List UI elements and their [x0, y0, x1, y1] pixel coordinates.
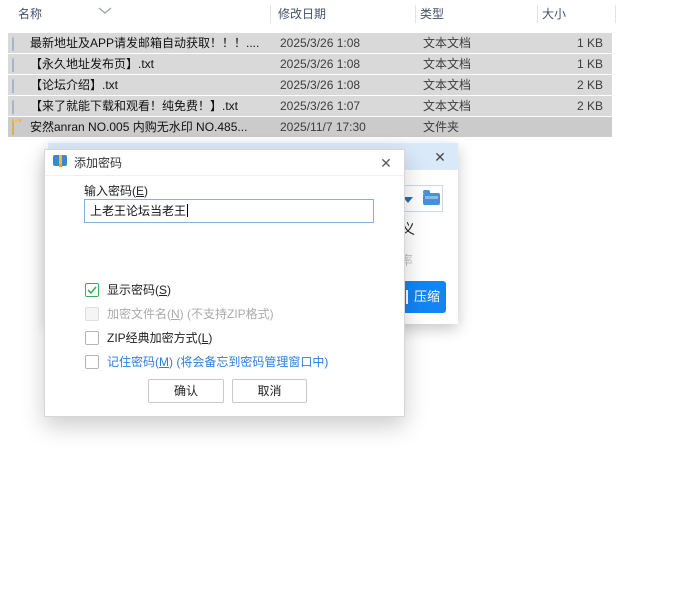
checkbox-encrypt-filenames: 加密文件名(N) (不支持ZIP格式): [85, 306, 274, 322]
table-row[interactable]: 【论坛介绍】.txt 2025/3/26 1:08 文本文档 2 KB: [8, 75, 612, 95]
text-file-icon: [12, 56, 28, 72]
close-icon[interactable]: ✕: [430, 147, 450, 167]
file-name: 【论坛介绍】.txt: [30, 78, 119, 92]
text-file-icon: [12, 77, 28, 93]
close-icon[interactable]: ✕: [375, 153, 397, 173]
file-type: 文本文档: [423, 36, 472, 50]
password-input[interactable]: 上老王论坛当老王: [84, 199, 374, 223]
table-row[interactable]: 【来了就能下载和观看！纯免费！】.txt 2025/3/26 1:07 文本文档…: [8, 96, 612, 116]
text-file-icon: [12, 35, 28, 51]
column-header-type[interactable]: 类型: [420, 0, 444, 28]
column-divider[interactable]: [537, 5, 538, 23]
file-name: 【来了就能下载和观看！纯免费！】.txt: [30, 99, 239, 113]
table-row[interactable]: 安然anran NO.005 内购无水印 NO.485... 2025/11/7…: [8, 117, 612, 137]
table-row[interactable]: 【永久地址发布页】.txt 2025/3/26 1:08 文本文档 1 KB: [8, 54, 612, 74]
table-row[interactable]: 最新地址及APP请发邮箱自动获取！！！.... 2025/3/26 1:08 文…: [8, 33, 612, 53]
folder-icon: [12, 119, 28, 135]
file-size: [529, 117, 603, 137]
file-date: 2025/3/26 1:08: [280, 57, 361, 71]
dialog-title: 添加密码: [74, 156, 123, 170]
file-date: 2025/11/7 17:30: [280, 120, 366, 134]
column-divider[interactable]: [415, 5, 416, 23]
dialog-titlebar: 添加密码: [45, 150, 404, 176]
checkbox-show-password[interactable]: 显示密码(S): [85, 282, 171, 298]
bandizip-zip-icon: [52, 152, 68, 173]
checkbox-zip-classic-encryption[interactable]: ZIP经典加密方式(L): [85, 330, 212, 346]
file-type: 文本文档: [423, 78, 472, 92]
confirm-button[interactable]: 确认: [148, 379, 224, 403]
file-name: 【永久地址发布页】.txt: [30, 57, 155, 71]
column-header-date[interactable]: 修改日期: [278, 0, 326, 28]
file-size: 1 KB: [576, 57, 603, 71]
checkbox-disabled-icon: [85, 307, 99, 321]
column-divider[interactable]: [270, 5, 271, 23]
checkbox-remember-password[interactable]: 记住密码(M) (将会备忘到密码管理窗口中): [85, 354, 328, 370]
password-field-label: 输入密码(E): [84, 184, 149, 198]
file-name: 安然anran NO.005 内购无水印 NO.485...: [30, 120, 248, 134]
text-file-icon: [12, 98, 28, 114]
checkbox-unchecked-icon[interactable]: [85, 355, 99, 369]
screen: 名称 修改日期 类型 大小 最新地址及APP请发邮箱自动获取！！！.... 20…: [0, 0, 688, 613]
column-divider[interactable]: [615, 5, 616, 23]
file-type: 文件夹: [423, 120, 460, 134]
file-size: 2 KB: [576, 78, 603, 92]
partial-glyph: [406, 290, 408, 304]
file-type: 文本文档: [423, 57, 472, 71]
cancel-button[interactable]: 取消: [232, 379, 307, 403]
compress-button-label: 压缩: [413, 289, 440, 304]
sort-chevron-icon: [98, 2, 112, 20]
browse-folder-icon: [423, 190, 440, 205]
file-date: 2025/3/26 1:07: [280, 99, 361, 113]
file-size: 1 KB: [576, 36, 603, 50]
file-date: 2025/3/26 1:08: [280, 36, 361, 50]
file-size: 2 KB: [576, 99, 603, 113]
file-type: 文本文档: [423, 99, 472, 113]
checkbox-checked-icon[interactable]: [85, 283, 99, 297]
text-caret: [187, 204, 189, 217]
column-header-name[interactable]: 名称: [18, 0, 42, 28]
column-header-size[interactable]: 大小: [542, 0, 566, 28]
password-value: 上老王论坛当老王: [90, 204, 187, 218]
add-password-dialog: 添加密码 ✕ 输入密码(E) 上老王论坛当老王 显示密码(S) 加密文件名(N)…: [44, 149, 405, 417]
file-list: 名称 修改日期 类型 大小 最新地址及APP请发邮箱自动获取！！！.... 20…: [0, 0, 688, 145]
file-name: 最新地址及APP请发邮箱自动获取！！！....: [30, 36, 260, 50]
file-date: 2025/3/26 1:08: [280, 78, 361, 92]
checkbox-unchecked-icon[interactable]: [85, 331, 99, 345]
